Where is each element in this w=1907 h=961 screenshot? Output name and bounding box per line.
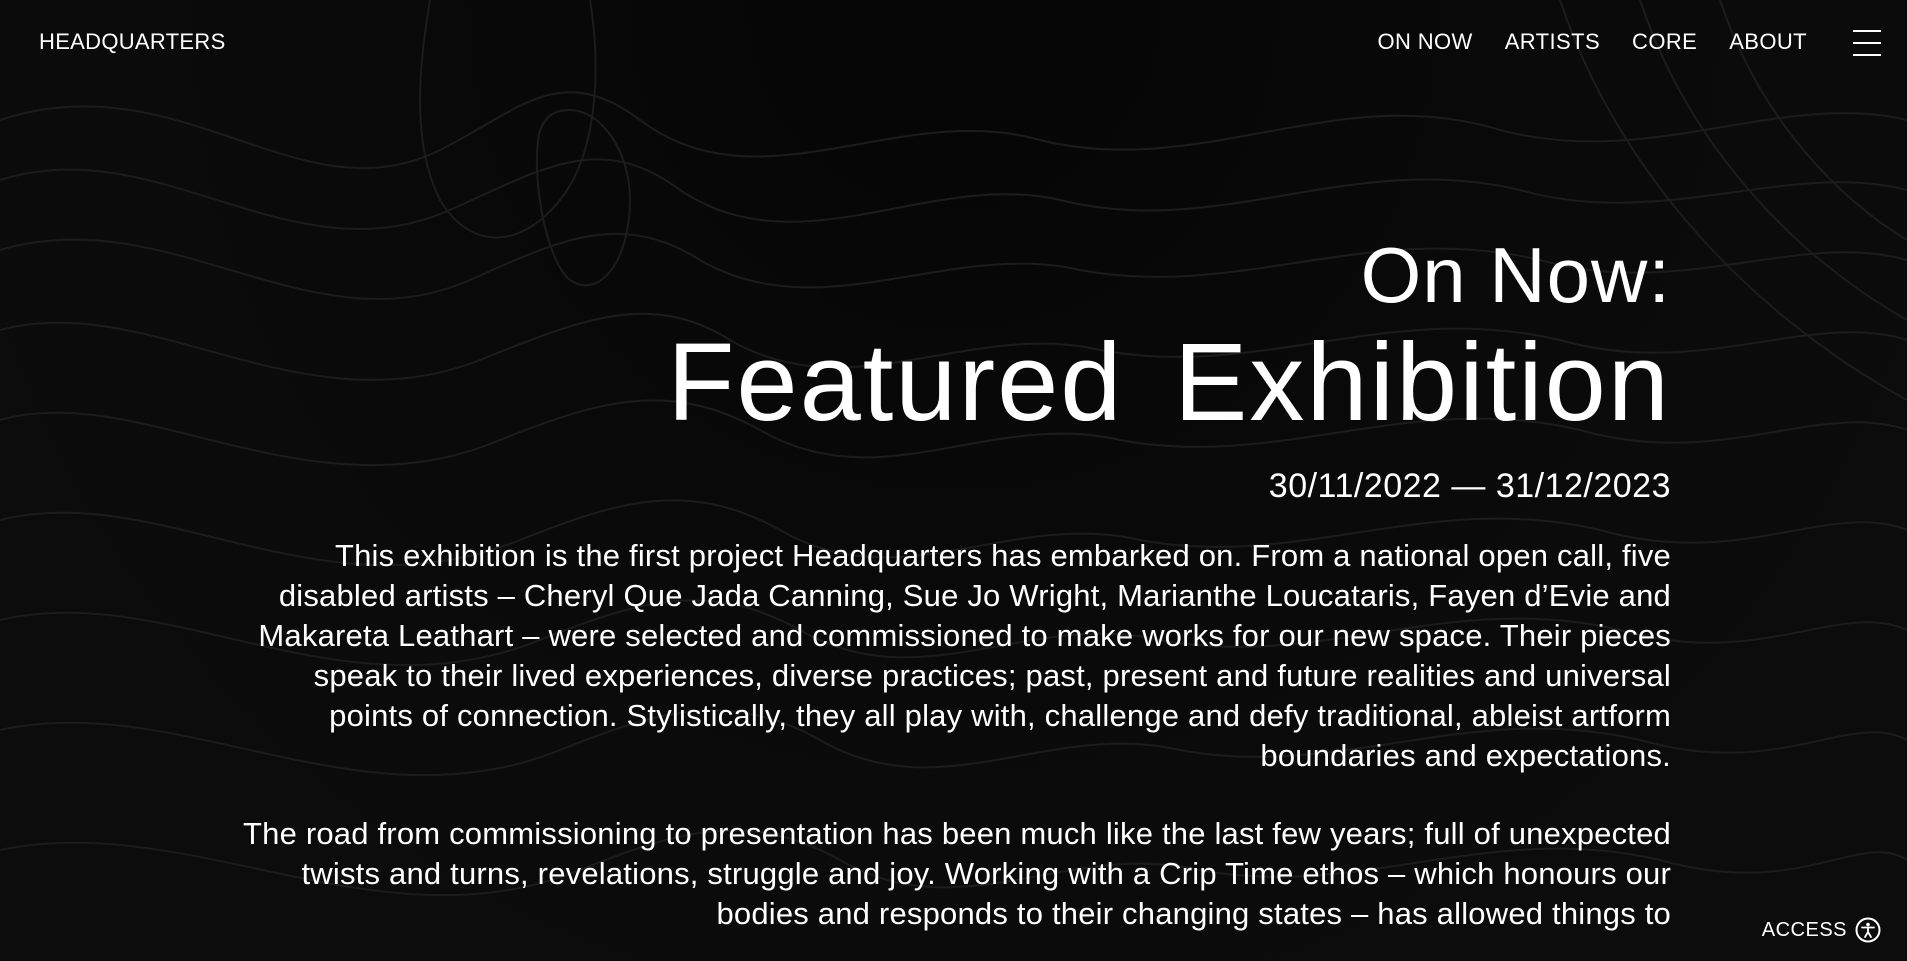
- page: HEADQUARTERS ON NOW ARTISTS CORE ABOUT O…: [0, 0, 1907, 961]
- nav-item-about[interactable]: ABOUT: [1729, 29, 1807, 55]
- nav-item-on-now[interactable]: ON NOW: [1377, 29, 1472, 55]
- menu-line: [1853, 54, 1881, 56]
- top-navigation-bar: HEADQUARTERS ON NOW ARTISTS CORE ABOUT: [0, 0, 1907, 84]
- exhibition-title: Featured Exhibition: [667, 321, 1671, 444]
- site-logo[interactable]: HEADQUARTERS: [39, 29, 226, 55]
- nav-item-core[interactable]: CORE: [1632, 29, 1697, 55]
- menu-line: [1853, 30, 1881, 32]
- menu-line: [1853, 42, 1881, 44]
- accessibility-icon: [1855, 917, 1881, 943]
- on-now-heading: On Now:: [1360, 231, 1671, 319]
- access-button[interactable]: ACCESS: [1762, 917, 1881, 943]
- exhibition-dates: 30/11/2022 — 31/12/2023: [1268, 467, 1671, 505]
- hero-section: On Now: Featured Exhibition 30/11/2022 —…: [231, 230, 1671, 934]
- nav-item-artists[interactable]: ARTISTS: [1505, 29, 1600, 55]
- exhibition-description-paragraph: The road from commissioning to presentat…: [243, 816, 1671, 931]
- hamburger-menu-icon[interactable]: [1853, 29, 1881, 57]
- main-nav: ON NOW ARTISTS CORE ABOUT: [1377, 29, 1807, 55]
- access-label: ACCESS: [1761, 918, 1847, 941]
- exhibition-description-paragraph: This exhibition is the first project Hea…: [258, 538, 1671, 773]
